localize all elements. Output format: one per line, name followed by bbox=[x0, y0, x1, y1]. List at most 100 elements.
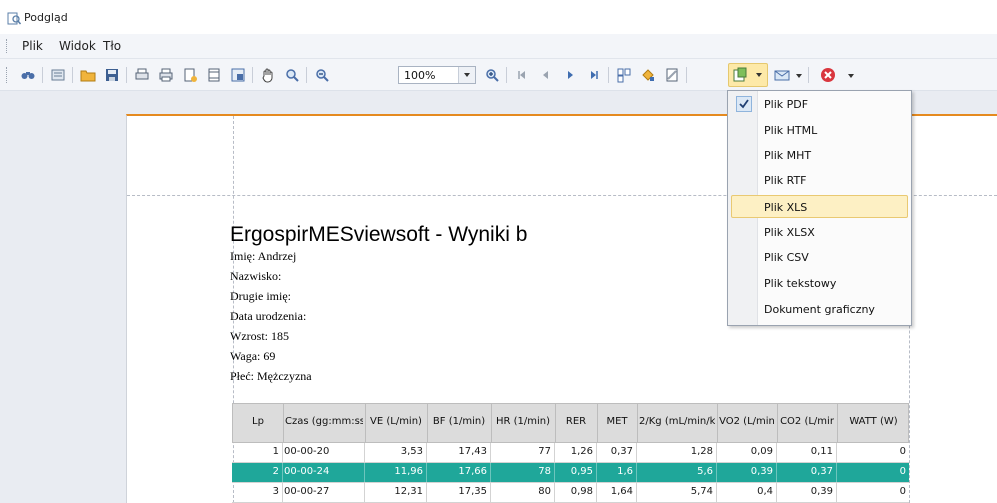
document-map-icon[interactable] bbox=[48, 65, 68, 85]
zoom-dropdown-button[interactable] bbox=[458, 67, 475, 83]
menu-item-label: Dokument graficzny bbox=[764, 303, 875, 316]
column-divider bbox=[716, 483, 717, 502]
header-footer-icon[interactable] bbox=[204, 65, 224, 85]
menu-item-image[interactable]: Dokument graficzny bbox=[731, 298, 908, 321]
zoom-select[interactable]: 100% bbox=[398, 66, 476, 84]
column-divider bbox=[837, 404, 838, 442]
menu-item-xlsx[interactable]: Plik XLSX bbox=[731, 221, 908, 244]
fill-color-icon[interactable] bbox=[638, 65, 658, 85]
table-cell: 1,28 bbox=[690, 446, 713, 457]
table-cell: 2 bbox=[272, 466, 279, 477]
menu-widok[interactable]: Widok bbox=[57, 38, 98, 54]
table-cell: 1,64 bbox=[610, 486, 633, 497]
export-document-button[interactable] bbox=[728, 63, 768, 87]
find-icon[interactable] bbox=[18, 65, 38, 85]
separator bbox=[808, 67, 809, 83]
menu-item-label: Plik RTF bbox=[764, 174, 807, 187]
column-divider bbox=[364, 443, 365, 462]
save-icon[interactable] bbox=[102, 65, 122, 85]
zoom-in-icon[interactable] bbox=[482, 65, 502, 85]
menu-item-pdf[interactable]: Plik PDF bbox=[731, 93, 908, 116]
table-cell: 77 bbox=[538, 446, 551, 457]
menu-item-label: Plik HTML bbox=[764, 124, 818, 137]
zoom-out-icon[interactable] bbox=[312, 65, 332, 85]
table-cell: 3 bbox=[272, 486, 279, 497]
report-title: ErgospirMESviewsoft - Wyniki b bbox=[230, 223, 528, 246]
table-row[interactable]: 2 00-00-24 11,96 17,66 78 0,95 1,6 5,6 0,39 0,37 0 bbox=[232, 463, 909, 483]
first-page-icon[interactable] bbox=[512, 65, 532, 85]
column-header: WATT (W) bbox=[849, 416, 898, 427]
column-divider bbox=[554, 443, 555, 462]
previous-page-icon[interactable] bbox=[536, 65, 556, 85]
column-divider bbox=[490, 443, 491, 462]
menu-item-rtf[interactable]: Plik RTF bbox=[731, 169, 908, 192]
toolbar: 100% bbox=[0, 59, 997, 91]
field-height: Wzrost: 185 bbox=[230, 329, 289, 343]
zoom-value: 100% bbox=[404, 69, 436, 82]
column-divider bbox=[365, 404, 366, 442]
menu-plik[interactable]: Plik bbox=[20, 38, 45, 54]
column-divider bbox=[776, 483, 777, 502]
column-divider bbox=[491, 404, 492, 442]
table-cell: 0,98 bbox=[570, 486, 593, 497]
column-divider bbox=[636, 483, 637, 502]
column-header: Czas (gg:mm:ss bbox=[285, 416, 363, 427]
table-cell: 3,53 bbox=[400, 446, 423, 457]
next-page-icon[interactable] bbox=[560, 65, 580, 85]
field-last-name: Nazwisko: bbox=[230, 269, 282, 283]
close-preview-icon[interactable] bbox=[818, 65, 838, 85]
menu-grip bbox=[6, 39, 9, 53]
column-divider bbox=[554, 483, 555, 502]
open-folder-icon[interactable] bbox=[78, 65, 98, 85]
menu-item-text[interactable]: Plik tekstowy bbox=[731, 272, 908, 295]
column-divider bbox=[282, 483, 283, 502]
table-cell: 00-00-27 bbox=[284, 486, 330, 497]
toolbar-grip bbox=[6, 67, 8, 83]
table-cell: 78 bbox=[538, 466, 551, 477]
column-divider bbox=[636, 463, 637, 482]
send-email-icon[interactable] bbox=[772, 65, 792, 85]
chevron-down-icon[interactable] bbox=[796, 74, 802, 78]
column-divider bbox=[283, 404, 284, 442]
column-divider bbox=[836, 463, 837, 482]
field-weight: Waga: 69 bbox=[230, 349, 276, 363]
table-cell: 17,43 bbox=[458, 446, 487, 457]
column-header: BF (1/min) bbox=[432, 416, 486, 427]
table-cell: 0,39 bbox=[810, 486, 833, 497]
column-divider bbox=[596, 463, 597, 482]
hand-tool-icon[interactable] bbox=[258, 65, 278, 85]
table-cell: 0,39 bbox=[750, 466, 773, 477]
chevron-down-icon[interactable] bbox=[756, 73, 762, 77]
column-divider bbox=[554, 463, 555, 482]
multiple-pages-icon[interactable] bbox=[614, 65, 634, 85]
print-icon[interactable] bbox=[156, 65, 176, 85]
table-row[interactable]: 1 00-00-20 3,53 17,43 77 1,26 0,37 1,28 0,09 0,11… bbox=[232, 443, 909, 463]
chevron-down-icon[interactable] bbox=[848, 74, 854, 78]
scale-icon[interactable] bbox=[228, 65, 248, 85]
menu-item-mht[interactable]: Plik MHT bbox=[731, 144, 908, 167]
export-icon bbox=[733, 67, 747, 82]
menu-item-html[interactable]: Plik HTML bbox=[731, 119, 908, 142]
table-cell: 0 bbox=[899, 446, 906, 457]
column-divider bbox=[716, 443, 717, 462]
menu-item-xls[interactable]: Plik XLS bbox=[731, 195, 908, 218]
menu-item-label: Plik XLSX bbox=[764, 226, 815, 239]
column-divider bbox=[836, 443, 837, 462]
column-divider bbox=[637, 404, 638, 442]
column-divider bbox=[282, 463, 283, 482]
watermark-icon[interactable] bbox=[662, 65, 682, 85]
table-cell: 5,6 bbox=[697, 466, 713, 477]
menu-bar: Plik Widok Tło bbox=[0, 34, 997, 59]
menu-tlo[interactable]: Tło bbox=[101, 38, 123, 54]
menu-item-label: Plik CSV bbox=[764, 251, 809, 264]
separator bbox=[72, 67, 73, 83]
column-divider bbox=[836, 483, 837, 502]
table-row[interactable]: 3 00-00-27 12,31 17,35 80 0,98 1,64 5,74 0,4 0,39… bbox=[232, 483, 909, 503]
last-page-icon[interactable] bbox=[584, 65, 604, 85]
print-setup-icon[interactable] bbox=[132, 65, 152, 85]
magnifier-icon[interactable] bbox=[282, 65, 302, 85]
column-divider bbox=[426, 483, 427, 502]
menu-item-csv[interactable]: Plik CSV bbox=[731, 246, 908, 269]
page-setup-icon[interactable] bbox=[180, 65, 200, 85]
table-cell: 17,66 bbox=[458, 466, 487, 477]
